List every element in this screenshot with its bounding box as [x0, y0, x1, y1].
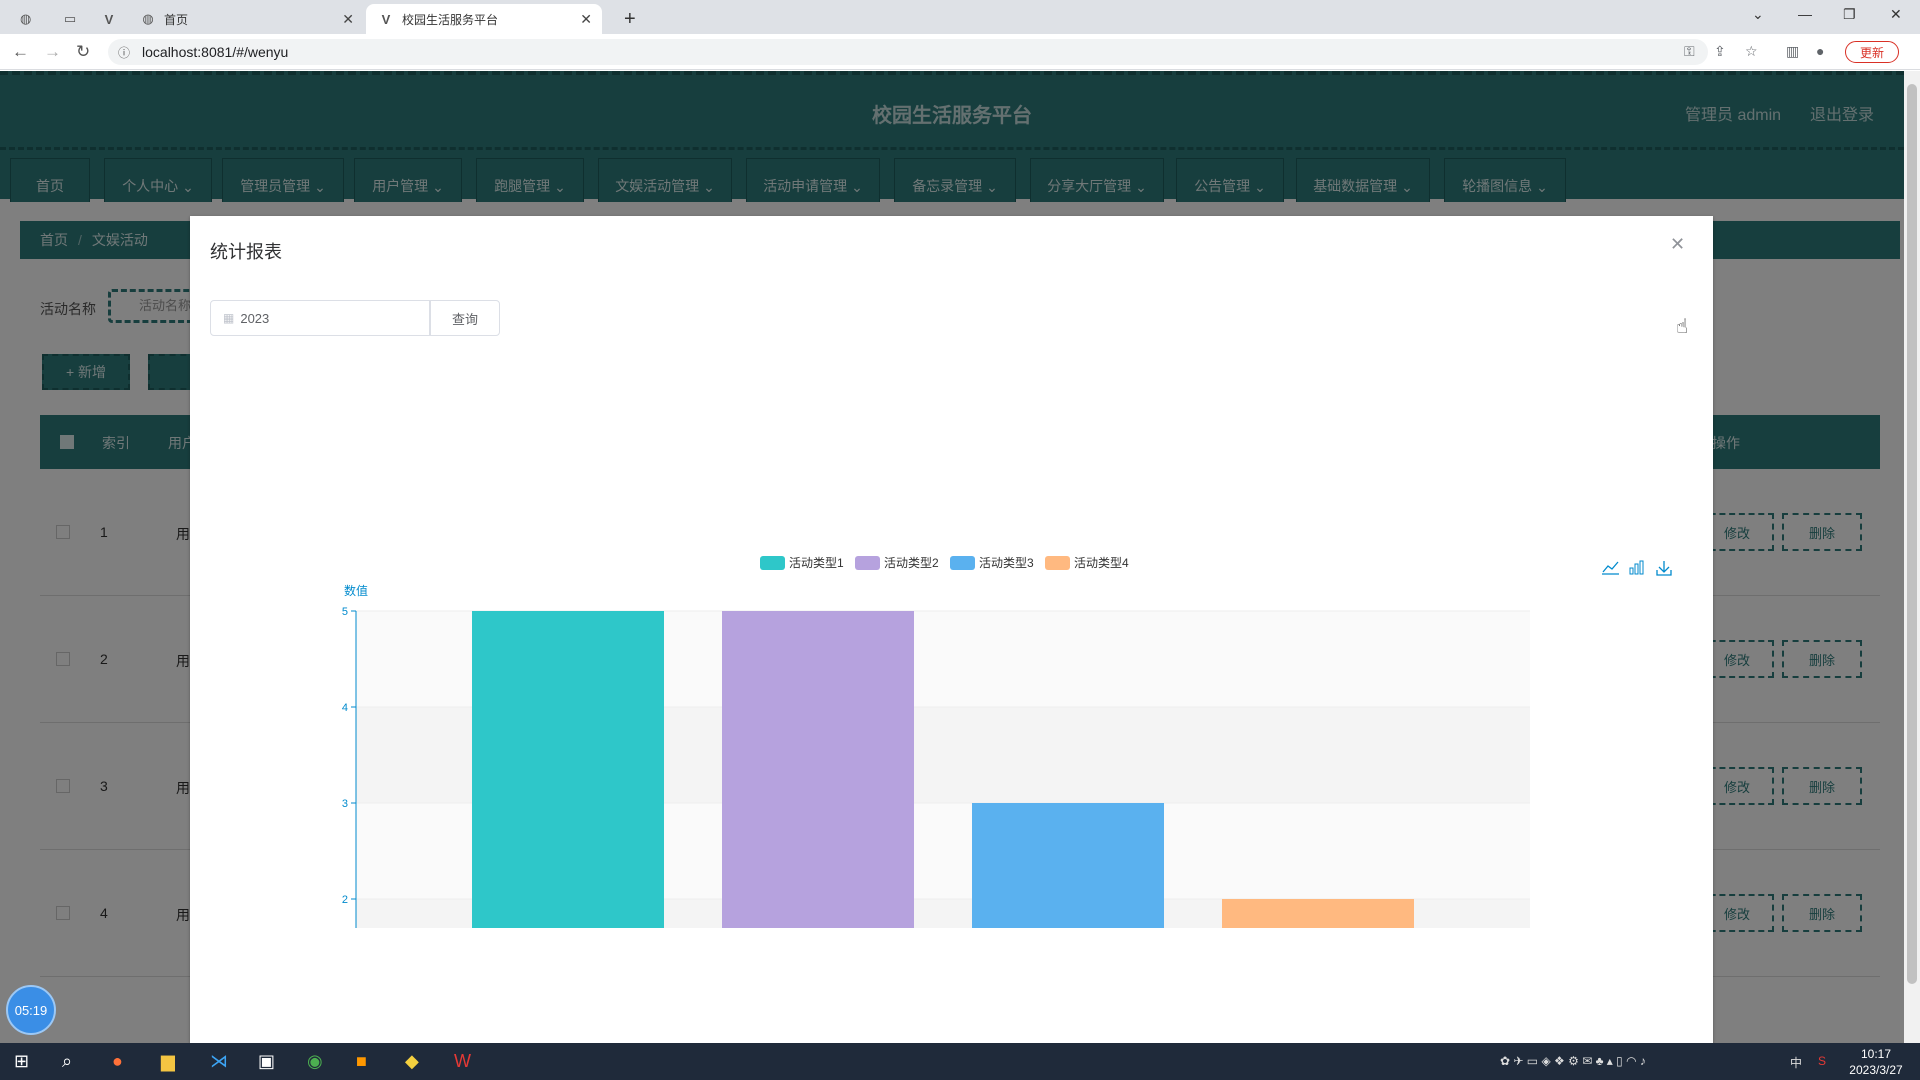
- clock-date: 2023/3/27: [1849, 1063, 1903, 1077]
- legend-swatch: [950, 556, 975, 570]
- legend-label: 活动类型4: [1074, 556, 1129, 570]
- mouse-cursor-icon: ☝: [1676, 316, 1689, 338]
- legend-label: 活动类型2: [884, 556, 939, 570]
- app-icon[interactable]: ◆: [405, 1051, 419, 1072]
- bar: [722, 611, 914, 928]
- browser-tab-bar: ◍ ▭ V ◍ 首页 ✕ V 校园生活服务平台 ✕ + ⌄ — ❐ ✕: [0, 0, 1920, 34]
- browser-tab[interactable]: V: [92, 4, 122, 34]
- forward-icon[interactable]: →: [44, 42, 61, 62]
- blank-icon: ▭: [63, 11, 77, 26]
- legend-label: 活动类型1: [789, 556, 844, 570]
- y-tick-label: 3: [342, 798, 348, 810]
- vue-icon: V: [381, 11, 391, 27]
- file-explorer-icon[interactable]: ▆: [161, 1051, 175, 1072]
- download-icon[interactable]: [1656, 561, 1672, 576]
- update-button[interactable]: 更新: [1845, 41, 1899, 63]
- y-axis-label: 数值: [344, 583, 368, 598]
- ime-indicator[interactable]: 中: [1790, 1054, 1802, 1071]
- tab-title: 首页: [164, 12, 189, 27]
- browser-toolbar: ← → ↻ ⓘ localhost:8081/#/wenyu ⚿ ⇪ ☆ ▥ ●…: [0, 34, 1920, 70]
- bar-chart-icon[interactable]: [1629, 560, 1644, 575]
- legend-swatch: [760, 556, 785, 570]
- bar-chart: 活动类型1活动类型2活动类型3活动类型4 012345数值月份2023-03: [342, 556, 1672, 928]
- close-window-icon[interactable]: ✕: [1890, 6, 1902, 23]
- address-bar[interactable]: ⓘ localhost:8081/#/wenyu: [108, 39, 1708, 65]
- taskbar: ⊞ ⌕ ● ▆ ⋊ ▣ ◉ ■ ◆ W ✿ ✈ ▭ ◈ ❖ ⚙ ✉ ♣ ▴ ▯ …: [0, 1043, 1920, 1080]
- taskbar-clock[interactable]: 10:17 2023/3/27: [1836, 1046, 1916, 1078]
- y-tick-label: 4: [342, 702, 348, 714]
- page-content: 校园生活服务平台 管理员 admin 退出登录 首页 个人中心 ⌄ 管理员管理 …: [0, 71, 1904, 1043]
- browser-tab-active[interactable]: V 校园生活服务平台 ✕: [366, 4, 602, 34]
- restore-icon[interactable]: ❐: [1843, 6, 1856, 23]
- url-text: localhost:8081/#/wenyu: [142, 44, 289, 60]
- stats-dialog: 统计报表 ✕ ▦ 2023 查询 活动类型1活动类型2活动类型3活动类型4: [190, 216, 1713, 1043]
- bar: [472, 611, 664, 928]
- windows-start-icon[interactable]: ⊞: [14, 1051, 29, 1072]
- clock-time: 10:17: [1860, 1047, 1892, 1061]
- star-icon[interactable]: ☆: [1745, 43, 1758, 60]
- share-icon[interactable]: ⇪: [1714, 43, 1726, 60]
- tab-search-icon[interactable]: ⌄: [1752, 6, 1764, 23]
- reload-icon[interactable]: ↻: [76, 42, 90, 62]
- y-tick-label: 2: [342, 894, 348, 906]
- sidepanel-icon[interactable]: ▥: [1786, 43, 1799, 60]
- terminal-icon[interactable]: ▣: [258, 1051, 275, 1072]
- search-icon[interactable]: ⌕: [62, 1051, 72, 1072]
- calendar-icon: ▦: [223, 311, 235, 325]
- vscode-icon[interactable]: ⋊: [210, 1051, 228, 1072]
- tab-title: 校园生活服务平台: [402, 12, 499, 27]
- firefox-icon[interactable]: ●: [112, 1051, 123, 1072]
- year-value: 2023: [240, 310, 270, 326]
- line-chart-icon[interactable]: [1602, 561, 1619, 575]
- browser-tab[interactable]: ◍: [8, 4, 38, 34]
- close-tab-icon[interactable]: ✕: [580, 11, 592, 28]
- y-tick-label: 5: [342, 606, 348, 618]
- chart-legend: 活动类型1 活动类型2 活动类型3 活动类型4: [760, 556, 1129, 570]
- vue-icon: V: [104, 11, 114, 27]
- new-tab-button[interactable]: +: [612, 4, 642, 34]
- legend-label: 活动类型3: [979, 556, 1034, 570]
- close-tab-icon[interactable]: ✕: [342, 11, 354, 28]
- bar: [1222, 899, 1414, 928]
- dialog-title: 统计报表: [210, 242, 282, 262]
- scrollbar-thumb[interactable]: [1907, 84, 1917, 984]
- legend-swatch: [855, 556, 880, 570]
- browser-tab-home[interactable]: ◍ 首页 ✕: [128, 4, 364, 34]
- legend-swatch: [1045, 556, 1070, 570]
- tray-icons[interactable]: ✿ ✈ ▭ ◈ ❖ ⚙ ✉ ♣ ▴ ▯ ◠ ♪: [1500, 1054, 1646, 1068]
- timer-badge[interactable]: 05:19: [6, 985, 56, 1035]
- wps-icon[interactable]: W: [454, 1051, 471, 1072]
- plot-area: 012345数值月份2023-03: [342, 583, 1530, 928]
- browser-tab[interactable]: ▭: [50, 4, 86, 34]
- key-icon[interactable]: ⚿: [1684, 43, 1695, 60]
- antivirus-icon[interactable]: S: [1818, 1054, 1826, 1068]
- toolbox: [1602, 560, 1672, 576]
- bar: [972, 803, 1164, 928]
- minimize-icon[interactable]: —: [1798, 6, 1812, 22]
- back-icon[interactable]: ←: [12, 42, 29, 62]
- globe-icon: ◍: [20, 11, 32, 26]
- chrome-icon[interactable]: ◉: [307, 1051, 323, 1072]
- dialog-close-icon[interactable]: ✕: [1670, 234, 1685, 255]
- globe-icon: ◍: [142, 11, 154, 26]
- profile-icon[interactable]: ●: [1816, 43, 1824, 59]
- intellij-icon[interactable]: ■: [356, 1051, 367, 1072]
- info-icon[interactable]: ⓘ: [118, 44, 130, 61]
